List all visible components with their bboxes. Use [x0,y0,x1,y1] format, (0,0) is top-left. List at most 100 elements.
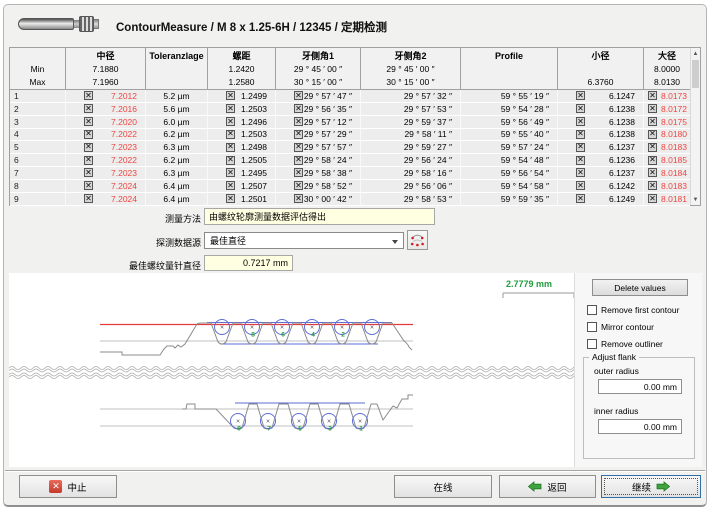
checkbox-major-diameter[interactable]: ✕ [648,130,657,139]
remove-first-contour-option[interactable]: Remove first contour [587,305,679,315]
checkbox-remove-first-contour[interactable] [587,305,597,315]
checkbox-flank-angle-1[interactable]: ✕ [294,143,303,152]
cell-row-number: 2 [10,103,65,115]
checkbox-flank-angle-1[interactable]: ✕ [294,156,303,165]
cell-profile: 59 ° 55 ′ 19 ″ [460,90,557,102]
measure-method-field[interactable] [204,208,435,225]
cell-pitch: ✕1.2498 [207,141,275,153]
inner-radius-field[interactable] [598,419,682,434]
checkbox-pitch-diameter[interactable]: ✕ [84,104,93,113]
wire-diameter-field[interactable] [204,255,293,271]
cell-row-number: 7 [10,167,65,179]
checkbox-label: Remove outliner [601,339,663,349]
cell-minor-diameter: ✕6.1237 [557,141,643,153]
checkbox-pitch-diameter[interactable]: ✕ [84,194,93,203]
checkbox-minor-diameter[interactable]: ✕ [576,91,585,100]
checkbox-remove-outliner[interactable] [587,339,597,349]
checkbox-pitch[interactable]: ✕ [226,91,235,100]
cell-flank-angle-2: 29 ° 56 ′ 24 ″ [360,154,460,166]
probe-source-select[interactable]: 最佳直径 [204,232,404,249]
checkbox-flank-angle-1[interactable]: ✕ [294,91,303,100]
scroll-down-arrow-icon[interactable]: ▼ [691,194,700,205]
cell-major-diameter: ✕8.0185 [643,154,690,166]
cell-pitch: ✕1.2505 [207,154,275,166]
checkbox-major-diameter[interactable]: ✕ [648,91,657,100]
checkbox-minor-diameter[interactable]: ✕ [576,143,585,152]
checkbox-pitch[interactable]: ✕ [226,194,235,203]
checkbox-minor-diameter[interactable]: ✕ [576,117,585,126]
cell-tolerance-position: 6.0 µm [145,116,207,128]
mirror-contour-option[interactable]: Mirror contour [587,322,654,332]
checkbox-flank-angle-1[interactable]: ✕ [294,104,303,113]
remove-outliner-option[interactable]: Remove outliner [587,339,663,349]
checkbox-pitch-diameter[interactable]: ✕ [84,156,93,165]
checkbox-flank-angle-1[interactable]: ✕ [294,117,303,126]
cell-pitch: ✕1.2496 [207,116,275,128]
abort-button[interactable]: ✕ 中止 [19,475,117,498]
back-button[interactable]: 返回 [499,475,596,498]
cell-pitch-diameter: ✕7.2024 [65,180,145,192]
cell-row-number: 3 [10,116,65,128]
table-row[interactable]: 6✕7.20226.2 µm✕1.2505✕29 ° 58 ′ 24 ″29 °… [10,154,690,167]
outer-radius-label: outer radius [594,366,639,376]
table-row[interactable]: 3✕7.20206.0 µm✕1.2496✕29 ° 57 ′ 12 ″29 °… [10,116,690,129]
column-header-pitch-diameter: 中径7.18807.1960 [65,48,145,90]
cell-profile: 59 ° 56 ′ 54 ″ [460,167,557,179]
checkbox-flank-angle-1[interactable]: ✕ [294,130,303,139]
checkbox-major-diameter[interactable]: ✕ [648,117,657,126]
checkbox-flank-angle-1[interactable]: ✕ [294,168,303,177]
checkbox-minor-diameter[interactable]: ✕ [576,181,585,190]
circle-number: 6 [281,332,285,339]
checkbox-minor-diameter[interactable]: ✕ [576,130,585,139]
checkbox-flank-angle-1[interactable]: ✕ [294,194,303,203]
outer-radius-field[interactable] [598,379,682,394]
cell-pitch: ✕1.2503 [207,103,275,115]
table-row[interactable]: 4✕7.20226.2 µm✕1.2503✕29 ° 57 ′ 29 ″29 °… [10,129,690,142]
checkbox-pitch-diameter[interactable]: ✕ [84,117,93,126]
table-row[interactable]: 7✕7.20236.3 µm✕1.2495✕29 ° 58 ′ 38 ″29 °… [10,167,690,180]
checkbox-minor-diameter[interactable]: ✕ [576,156,585,165]
cross-mark-icon: × [266,419,270,426]
checkbox-pitch[interactable]: ✕ [226,117,235,126]
table-scrollbar[interactable]: ▲ ▼ [690,48,700,205]
checkbox-minor-diameter[interactable]: ✕ [576,104,585,113]
checkbox-pitch[interactable]: ✕ [226,130,235,139]
checkbox-major-diameter[interactable]: ✕ [648,156,657,165]
table-row[interactable]: 8✕7.20246.4 µm✕1.2507✕29 ° 58 ′ 52 ″29 °… [10,180,690,193]
checkbox-major-diameter[interactable]: ✕ [648,181,657,190]
checkbox-pitch[interactable]: ✕ [226,104,235,113]
checkbox-pitch[interactable]: ✕ [226,168,235,177]
checkbox-minor-diameter[interactable]: ✕ [576,168,585,177]
checkbox-mirror-contour[interactable] [587,322,597,332]
table-row[interactable]: 5✕7.20236.3 µm✕1.2498✕29 ° 57 ′ 57 ″29 °… [10,141,690,154]
back-label: 返回 [547,480,566,494]
checkbox-major-diameter[interactable]: ✕ [648,143,657,152]
table-row[interactable]: 9✕7.20246.4 µm✕1.2501✕30 ° 00 ′ 42 ″29 °… [10,193,690,206]
checkbox-pitch[interactable]: ✕ [226,143,235,152]
best-fit-points-button[interactable] [407,230,428,250]
checkbox-major-diameter[interactable]: ✕ [648,194,657,203]
checkbox-pitch-diameter[interactable]: ✕ [84,130,93,139]
scrollbar-thumb[interactable] [692,60,699,88]
cell-flank-angle-2: 29 ° 59 ′ 37 ″ [360,116,460,128]
scroll-up-arrow-icon[interactable]: ▲ [691,48,700,59]
checkbox-pitch-diameter[interactable]: ✕ [84,91,93,100]
table-row[interactable]: 1✕7.20125.2 µm✕1.2499✕29 ° 57 ′ 47 ″29 °… [10,90,690,103]
checkbox-major-diameter[interactable]: ✕ [648,104,657,113]
checkbox-pitch-diameter[interactable]: ✕ [84,143,93,152]
checkbox-minor-diameter[interactable]: ✕ [576,194,585,203]
checkbox-pitch[interactable]: ✕ [226,156,235,165]
delete-values-button[interactable]: Delete values [592,279,688,296]
online-button[interactable]: 在线 [394,475,492,498]
checkbox-pitch[interactable]: ✕ [226,181,235,190]
inner-radius-label: inner radius [594,406,638,416]
circle-number: 4 [311,332,315,339]
probe-source-value: 最佳直径 [210,234,246,247]
checkbox-major-diameter[interactable]: ✕ [648,168,657,177]
cell-flank-angle-1: ✕29 ° 58 ′ 24 ″ [275,154,360,166]
table-row[interactable]: 2✕7.20165.6 µm✕1.2503✕29 ° 56 ′ 35 ″29 °… [10,103,690,116]
checkbox-flank-angle-1[interactable]: ✕ [294,181,303,190]
checkbox-pitch-diameter[interactable]: ✕ [84,181,93,190]
continue-button[interactable]: 继续 [601,475,701,498]
checkbox-pitch-diameter[interactable]: ✕ [84,168,93,177]
